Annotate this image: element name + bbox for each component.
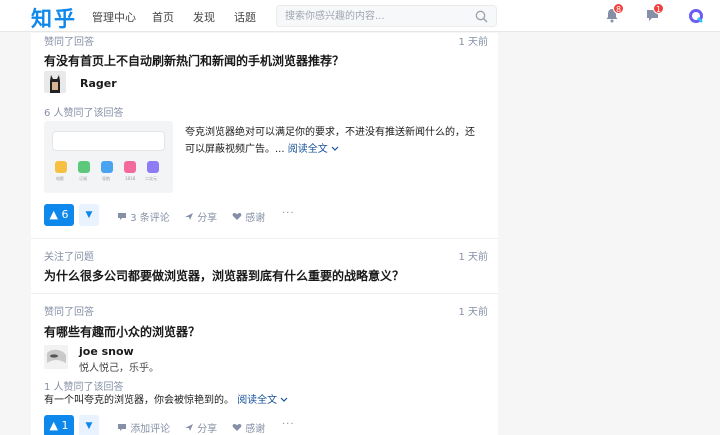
divider xyxy=(31,238,498,239)
timestamp: 1 天前 xyxy=(458,252,488,263)
answer-excerpt[interactable]: 夸克浏览器绝对可以满足你的要求，不进没有推送新闻什么的，还 可以屏蔽视频广告。.… xyxy=(185,124,488,158)
comments-button[interactable]: 3 条评论 xyxy=(117,209,170,224)
more-button[interactable]: ··· xyxy=(282,419,295,430)
downvote-button[interactable]: ▼ xyxy=(79,204,99,226)
timestamp: 1 天前 xyxy=(458,307,488,318)
nav-home[interactable]: 首页 xyxy=(152,9,174,25)
comments-button[interactable]: 添加评论 xyxy=(117,420,170,435)
thanks-label: 感谢 xyxy=(245,213,266,224)
author-bio: 悦人悦己，乐乎。 xyxy=(79,363,159,374)
excerpt-text: 可以屏蔽视频广告。... xyxy=(185,144,285,155)
chevron-down-icon[interactable] xyxy=(280,397,288,403)
thanks-button[interactable]: 感谢 xyxy=(232,209,265,224)
thumb-app-icon xyxy=(124,161,136,173)
feed-card: 赞同了回答 1 天前 有没有首页上不自动刷新热门和新闻的手机浏览器推荐？ Rag… xyxy=(31,33,498,435)
share-label: 分享 xyxy=(197,424,218,435)
thanks-button[interactable]: 感谢 xyxy=(232,420,265,435)
messages-button[interactable]: 1 xyxy=(645,3,665,26)
activity-label: 关注了问题 xyxy=(44,252,94,263)
excerpt-line: 夸克浏览器绝对可以满足你的要求，不进没有推送新闻什么的，还 xyxy=(185,127,475,138)
timestamp: 1 天前 xyxy=(458,37,488,48)
answer-thumbnail[interactable]: 电影 订阅 导航 1818 二次元 xyxy=(44,121,173,193)
question-title[interactable]: 有没有首页上不自动刷新热门和新闻的手机浏览器推荐？ xyxy=(44,52,344,69)
upvote-count: 1 xyxy=(61,419,69,432)
excerpt-text: 有一个叫夸克的浏览器，你会被惊艳到的。 xyxy=(44,395,234,406)
author-name[interactable]: Rager xyxy=(80,77,117,90)
thumb-app-icon xyxy=(147,161,159,173)
upvote-count-text: 6 人赞同了该回答 xyxy=(44,108,124,119)
question-title[interactable]: 为什么很多公司都要做浏览器，浏览器到底有什么重要的战略意义？ xyxy=(44,267,404,284)
search-input[interactable] xyxy=(285,6,465,26)
triangle-down-icon: ▼ xyxy=(85,421,93,431)
share-icon xyxy=(185,213,193,220)
avatar[interactable] xyxy=(44,71,66,93)
heart-icon xyxy=(232,213,242,220)
activity-label: 赞同了回答 xyxy=(44,37,94,48)
face-avatar-icon xyxy=(44,345,68,369)
avatar[interactable] xyxy=(44,345,68,369)
triangle-up-icon: ▲ xyxy=(49,419,58,432)
comments-label: 3 条评论 xyxy=(130,213,170,224)
nav-topics[interactable]: 话题 xyxy=(234,9,256,25)
thumb-app-icon xyxy=(78,161,90,173)
thumb-app-icon xyxy=(101,161,113,173)
triangle-down-icon: ▼ xyxy=(85,210,93,220)
thumb-app-label: 导航 xyxy=(102,176,110,181)
share-label: 分享 xyxy=(197,213,218,224)
activity-label: 赞同了回答 xyxy=(44,307,94,318)
top-navbar: 知乎 管理中心 首页 发现 话题 8 1 xyxy=(0,0,720,32)
user-avatar[interactable] xyxy=(688,8,704,24)
quark-avatar-icon xyxy=(689,9,703,23)
author-name[interactable]: joe snow xyxy=(79,345,134,358)
thumb-app-icon xyxy=(55,161,67,173)
search-icon[interactable] xyxy=(475,10,488,23)
question-title[interactable]: 有哪些有趣而小众的浏览器？ xyxy=(44,323,200,340)
excerpt-line-2: 可以屏蔽视频广告。... 阅读全文 xyxy=(185,141,488,158)
nav-admin-center[interactable]: 管理中心 xyxy=(92,9,136,25)
triangle-up-icon: ▲ xyxy=(49,208,58,221)
batman-avatar-icon xyxy=(44,71,66,93)
comment-icon xyxy=(118,424,126,431)
nav-discover[interactable]: 发现 xyxy=(193,9,215,25)
answer-excerpt[interactable]: 有一个叫夸克的浏览器，你会被惊艳到的。 阅读全文 xyxy=(44,392,488,409)
upvote-button[interactable]: ▲ 6 xyxy=(44,204,74,226)
notifications-button[interactable]: 8 xyxy=(605,3,625,26)
heart-icon xyxy=(232,424,242,431)
search-box[interactable] xyxy=(276,5,497,27)
read-more-link[interactable]: 阅读全文 xyxy=(237,395,277,406)
thumb-app-label: 1818 xyxy=(125,176,136,181)
thumb-search-bar xyxy=(52,131,165,151)
thumb-app-label: 订阅 xyxy=(79,176,87,181)
thumb-app-label: 二次元 xyxy=(145,176,157,181)
comment-icon xyxy=(118,213,126,220)
downvote-button[interactable]: ▼ xyxy=(79,415,99,435)
thanks-label: 感谢 xyxy=(245,424,266,435)
more-button[interactable]: ··· xyxy=(282,208,295,219)
thumb-app-label: 电影 xyxy=(56,176,64,181)
upvote-count: 6 xyxy=(61,208,69,221)
messages-badge: 1 xyxy=(653,3,665,14)
upvote-count-text: 1 人赞同了该回答 xyxy=(44,382,124,393)
upvote-button[interactable]: ▲ 1 xyxy=(44,415,74,435)
share-button[interactable]: 分享 xyxy=(184,420,217,435)
comments-label: 添加评论 xyxy=(130,424,171,435)
divider xyxy=(31,293,498,294)
zhihu-logo[interactable]: 知乎 xyxy=(31,3,77,33)
share-icon xyxy=(185,424,193,431)
share-button[interactable]: 分享 xyxy=(184,209,217,224)
notifications-badge: 8 xyxy=(613,3,625,14)
chevron-down-icon[interactable] xyxy=(331,146,339,152)
read-more-link[interactable]: 阅读全文 xyxy=(288,144,328,155)
